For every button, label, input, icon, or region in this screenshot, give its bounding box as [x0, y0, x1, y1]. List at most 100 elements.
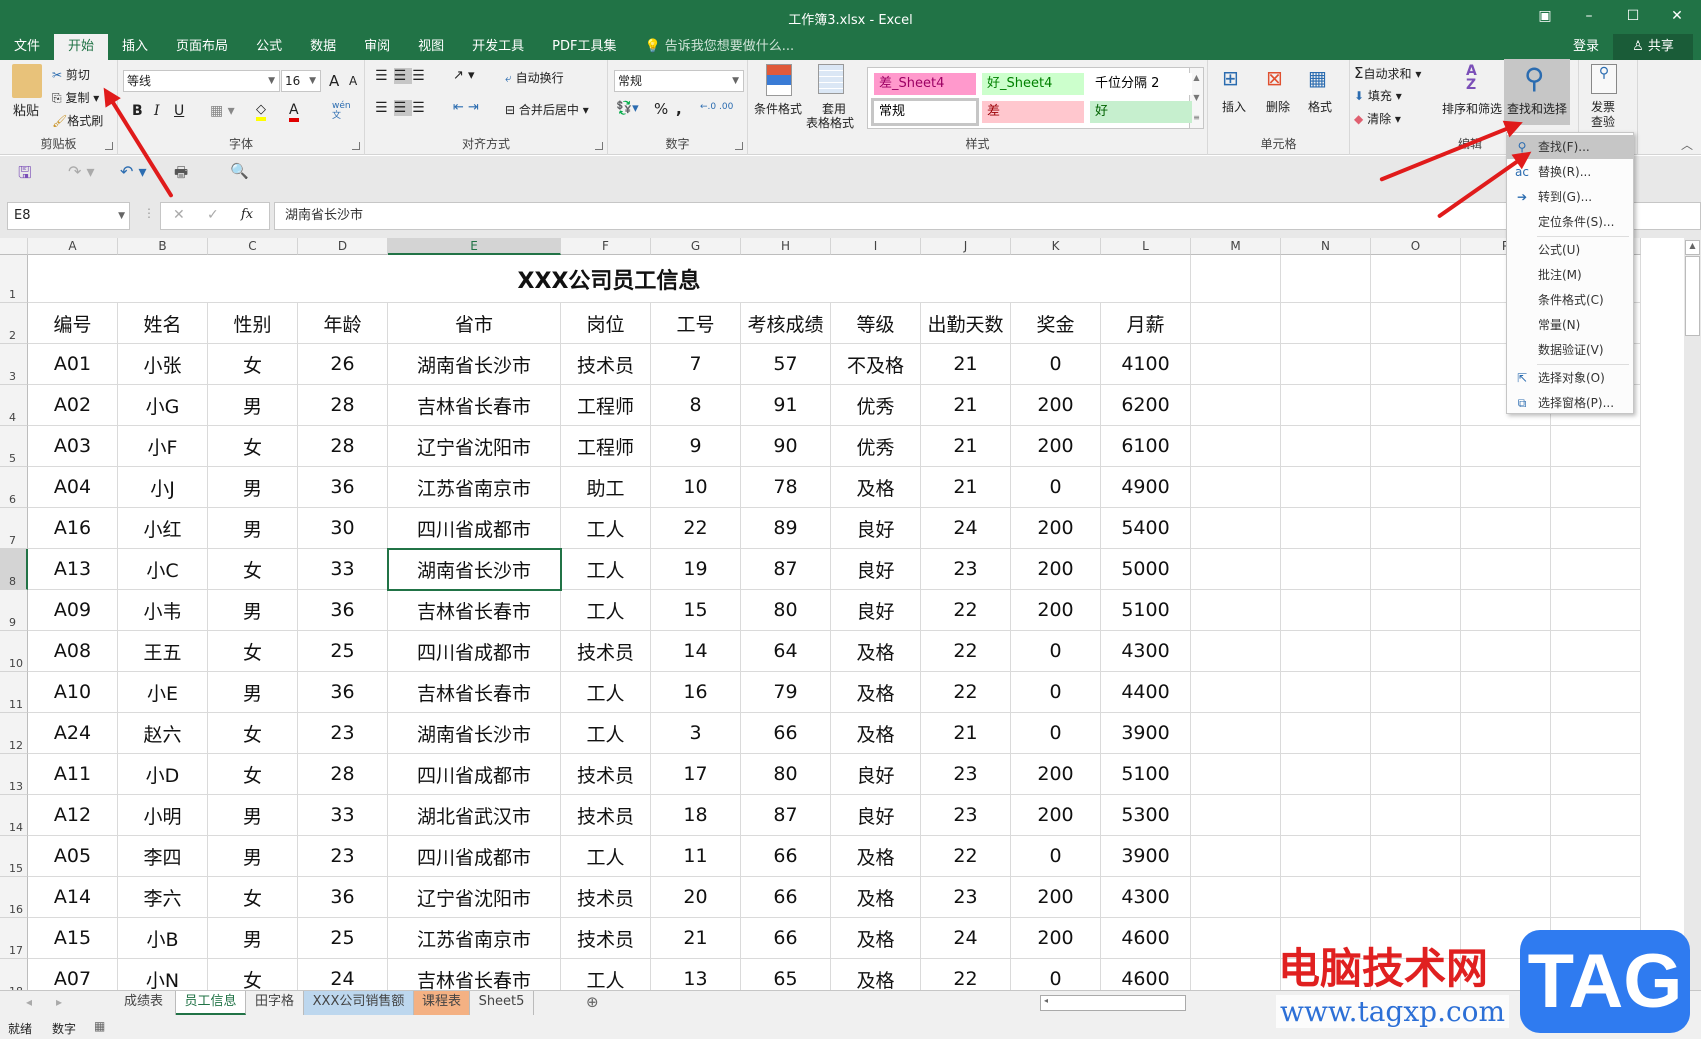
data-cell[interactable]: 200 — [1011, 549, 1101, 590]
currency-icon[interactable]: 💱▾ — [616, 101, 639, 116]
data-cell[interactable]: 24 — [921, 508, 1011, 549]
empty-cell[interactable] — [1551, 631, 1641, 672]
data-cell[interactable]: 及格 — [831, 877, 921, 918]
header-cell[interactable]: 年龄 — [298, 303, 388, 344]
data-cell[interactable]: 王五 — [118, 631, 208, 672]
data-cell[interactable]: 28 — [298, 754, 388, 795]
empty-cell[interactable] — [1191, 918, 1281, 959]
scroll-thumb[interactable] — [1685, 256, 1700, 336]
data-cell[interactable]: 吉林省长春市 — [388, 672, 561, 713]
data-cell[interactable]: 64 — [741, 631, 831, 672]
data-cell[interactable]: 78 — [741, 467, 831, 508]
header-cell[interactable]: 等级 — [831, 303, 921, 344]
column-header[interactable]: N — [1281, 238, 1371, 255]
header-cell[interactable]: 编号 — [28, 303, 118, 344]
data-cell[interactable]: 辽宁省沈阳市 — [388, 426, 561, 467]
tab-6[interactable]: 审阅 — [350, 34, 404, 60]
data-cell[interactable]: 3 — [651, 713, 741, 754]
empty-cell[interactable] — [1191, 467, 1281, 508]
data-cell[interactable]: 0 — [1011, 672, 1101, 713]
paste-button[interactable]: 粘贴 — [13, 100, 39, 119]
data-cell[interactable]: 65 — [741, 959, 831, 990]
tab-7[interactable]: 视图 — [404, 34, 458, 60]
bold-button[interactable]: B — [132, 103, 143, 119]
data-cell[interactable]: 21 — [921, 467, 1011, 508]
data-cell[interactable]: 男 — [208, 508, 298, 549]
data-cell[interactable]: 技术员 — [561, 918, 651, 959]
empty-cell[interactable] — [1281, 426, 1371, 467]
cell-style-item[interactable]: 好 — [1090, 101, 1192, 123]
data-cell[interactable]: 0 — [1011, 344, 1101, 385]
format-cells-button[interactable]: 格式 — [1308, 98, 1332, 115]
empty-cell[interactable] — [1281, 713, 1371, 754]
data-cell[interactable]: 21 — [921, 426, 1011, 467]
clear-button[interactable]: ◆ 清除 ▾ — [1354, 110, 1401, 127]
cell-style-item[interactable]: 差 — [982, 101, 1084, 123]
clipboard-launcher-icon[interactable] — [105, 142, 113, 150]
data-cell[interactable]: 及格 — [831, 836, 921, 877]
orientation-icon[interactable]: ↗ ▾ — [453, 68, 475, 83]
data-cell[interactable]: 工人 — [561, 672, 651, 713]
prev-sheet-icon[interactable]: ◂ — [26, 995, 32, 1009]
empty-cell[interactable] — [1191, 303, 1281, 344]
empty-cell[interactable] — [1281, 754, 1371, 795]
data-cell[interactable]: 工人 — [561, 549, 651, 590]
data-cell[interactable]: 良好 — [831, 754, 921, 795]
data-cell[interactable]: 技术员 — [561, 631, 651, 672]
empty-cell[interactable] — [1461, 795, 1551, 836]
data-cell[interactable]: 13 — [651, 959, 741, 990]
close-button[interactable]: ✕ — [1657, 4, 1697, 28]
data-cell[interactable]: 5400 — [1101, 508, 1191, 549]
empty-cell[interactable] — [1371, 255, 1461, 303]
data-cell[interactable]: 女 — [208, 877, 298, 918]
grow-font-button[interactable]: A — [329, 72, 339, 90]
data-cell[interactable]: 10 — [651, 467, 741, 508]
data-cell[interactable]: 20 — [651, 877, 741, 918]
row-header[interactable]: 8 — [0, 549, 28, 590]
next-sheet-icon[interactable]: ▸ — [56, 995, 62, 1009]
insert-cells-icon[interactable]: ⊞ — [1222, 66, 1239, 90]
data-cell[interactable]: 及格 — [831, 467, 921, 508]
font-launcher-icon[interactable] — [352, 142, 360, 150]
header-cell[interactable]: 工号 — [651, 303, 741, 344]
data-cell[interactable]: 80 — [741, 590, 831, 631]
empty-cell[interactable] — [1461, 672, 1551, 713]
data-cell[interactable]: 工程师 — [561, 385, 651, 426]
data-cell[interactable]: 工人 — [561, 836, 651, 877]
empty-cell[interactable] — [1191, 255, 1281, 303]
empty-cell[interactable] — [1281, 467, 1371, 508]
empty-cell[interactable] — [1551, 426, 1641, 467]
data-cell[interactable]: 36 — [298, 877, 388, 918]
column-header[interactable]: F — [561, 238, 651, 255]
data-cell[interactable]: 四川省成都市 — [388, 754, 561, 795]
data-cell[interactable]: 及格 — [831, 713, 921, 754]
menu-item-3[interactable]: 定位条件(S)... — [1507, 210, 1633, 234]
empty-cell[interactable] — [1191, 877, 1281, 918]
empty-cell[interactable] — [1371, 713, 1461, 754]
data-cell[interactable]: 四川省成都市 — [388, 836, 561, 877]
menu-item-9[interactable]: ⇱ 选择对象(O) — [1507, 366, 1633, 390]
insert-cells-button[interactable]: 插入 — [1222, 98, 1246, 115]
data-cell[interactable]: 22 — [921, 836, 1011, 877]
data-cell[interactable]: 11 — [651, 836, 741, 877]
data-cell[interactable]: 良好 — [831, 795, 921, 836]
empty-cell[interactable] — [1281, 795, 1371, 836]
empty-cell[interactable] — [1191, 426, 1281, 467]
sheet-tab[interactable]: XXX公司销售额 — [304, 991, 414, 1015]
data-cell[interactable]: 25 — [298, 918, 388, 959]
decimal-icons[interactable]: ←.0 .00 — [700, 102, 733, 112]
empty-cell[interactable] — [1191, 631, 1281, 672]
empty-cell[interactable] — [1371, 836, 1461, 877]
data-cell[interactable]: 33 — [298, 549, 388, 590]
enter-icon[interactable]: ✓ — [207, 207, 219, 223]
data-cell[interactable]: 36 — [298, 467, 388, 508]
redo-icon[interactable]: ↷ ▾ — [68, 162, 95, 181]
format-cells-icon[interactable]: ▦ — [1308, 66, 1327, 90]
data-cell[interactable]: 小红 — [118, 508, 208, 549]
autosum-button[interactable]: Σ自动求和 ▾ — [1354, 64, 1421, 82]
select-all-corner[interactable] — [0, 238, 28, 255]
data-cell[interactable]: 江苏省南京市 — [388, 918, 561, 959]
data-cell[interactable]: 女 — [208, 754, 298, 795]
scroll-up-icon[interactable]: ▲ — [1685, 240, 1700, 255]
row-header[interactable]: 9 — [0, 590, 28, 631]
